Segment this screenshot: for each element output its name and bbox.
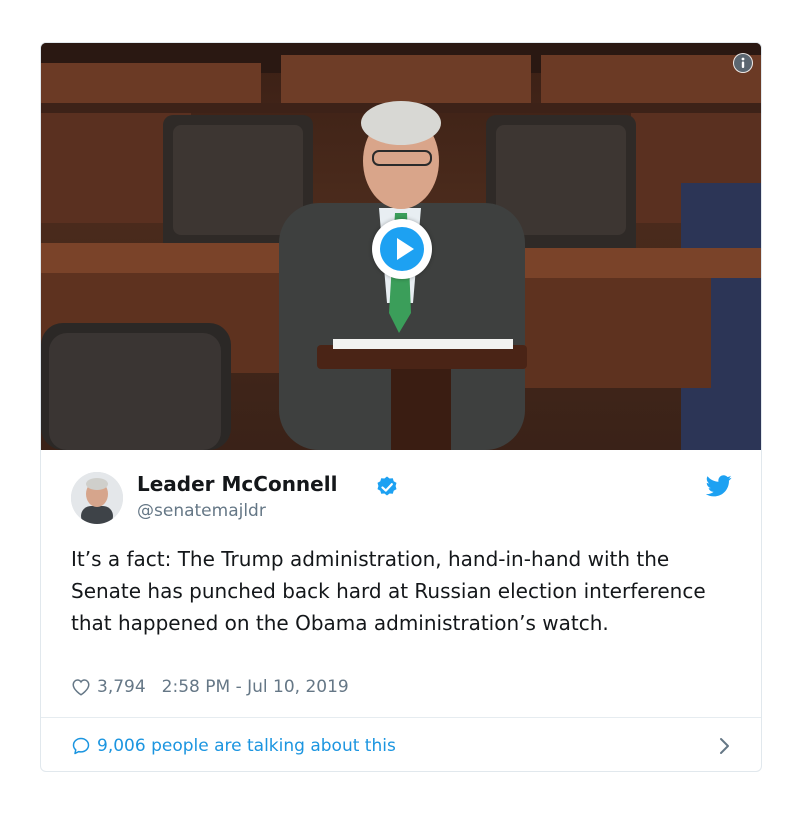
info-button[interactable] [733,53,753,73]
heart-icon[interactable] [71,678,91,696]
author-avatar-image [71,472,123,524]
chevron-right-icon[interactable] [719,736,731,756]
divider [41,717,761,718]
tweet-text: It’s a fact: The Trump administration, h… [71,547,706,635]
info-icon [734,54,752,72]
author-name[interactable]: Leader McConnell [137,472,337,496]
play-icon [380,227,424,271]
tweet-meta: 3,794 2:58 PM - Jul 10, 2019 [71,677,349,697]
embedded-tweet-card[interactable]: Leader McConnell @senatemajldr It’s a fa… [40,42,762,772]
like-count[interactable]: 3,794 [97,677,146,697]
author-handle[interactable]: @senatemajldr [137,501,266,521]
conversation-count[interactable]: 9,006 people are talking about this [97,736,396,756]
speech-bubble-icon [72,737,90,755]
video-thumbnail[interactable] [41,43,761,450]
play-button[interactable] [372,219,432,279]
twitter-bird-icon[interactable] [706,475,732,497]
timestamp[interactable]: 2:58 PM - Jul 10, 2019 [162,677,349,697]
verified-badge-icon [377,476,397,496]
conversation-link[interactable]: 9,006 people are talking about this [71,731,733,761]
avatar[interactable] [71,472,123,524]
